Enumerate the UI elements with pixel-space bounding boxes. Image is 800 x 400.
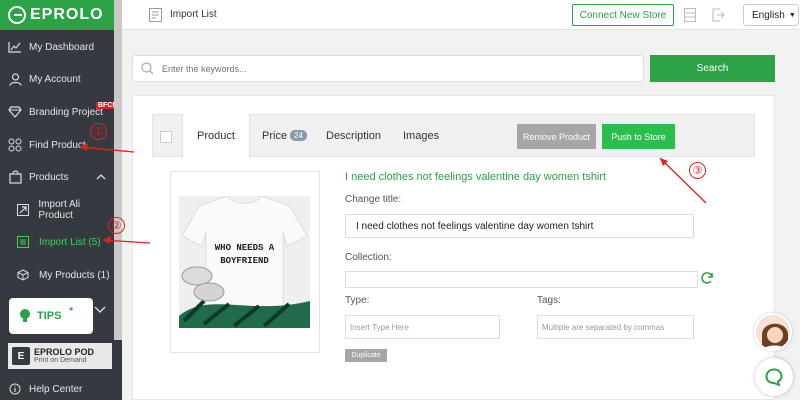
duplicate-button[interactable]: Duplicate [345,349,387,362]
tips-label: TIPS [37,310,62,322]
title-input[interactable]: I need clothes not feelings valentine da… [345,214,694,238]
sidebar: EPROLO My Dashboard My Account Branding … [0,0,122,400]
connect-new-store-button[interactable]: Connect New Store [572,4,674,26]
sidebar-item-label: Import List (5) [39,236,101,248]
pod-title: EPROLO POD [34,347,95,357]
bag-icon [8,170,22,184]
refresh-icon[interactable] [700,271,714,288]
star-icon: * [69,306,73,317]
page-title: Import List [170,9,217,20]
annotation-marker-2: ② [108,217,125,234]
search-input[interactable] [162,63,622,74]
support-avatar[interactable] [754,313,792,351]
tab-price[interactable]: Price 24 [262,114,307,157]
annotation-marker-1: ① [90,123,107,140]
tab-images[interactable]: Images [403,114,439,157]
chat-bubble-icon [765,368,783,386]
info-icon [8,382,22,396]
collection-label: Collection: [345,252,392,263]
grid-circles-icon [8,138,22,152]
sidebar-item-help[interactable]: Help Center [0,378,114,400]
search-icon [141,62,154,75]
logo-text: EPROLO [30,6,104,23]
pod-subtitle: Print on Demand [34,357,87,364]
product-image[interactable]: WHO NEEDS A BOYFRIEND [179,196,310,328]
shirt-print-line1: WHO NEEDS A [215,243,275,253]
chat-button[interactable] [755,358,793,396]
tags-input[interactable]: Multiple are separated by commas [537,315,694,339]
sidebar-item-label: My Dashboard [29,41,95,53]
eprolo-logo-icon [8,6,26,24]
select-checkbox[interactable] [160,131,172,143]
sidebar-item-import-ali[interactable]: Import Ali Product [0,194,114,226]
lightbulb-icon [19,308,31,324]
tags-label: Tags: [537,295,561,306]
type-label: Type: [345,295,370,306]
sidebar-item-label: Import Ali Product [38,199,81,221]
change-title-label: Change title: [345,194,402,205]
sidebar-item-import-list[interactable]: Import List (5) [0,226,114,258]
cube-icon [16,268,30,282]
remove-product-button[interactable]: Remove Product [517,124,596,149]
type-input[interactable]: Insert Type Here [345,315,500,339]
top-header: Import List Connect New Store English ▼ [122,0,800,30]
sidebar-item-label: My Products (1) [39,269,110,281]
tab-product[interactable]: Product [182,114,250,158]
logout-icon[interactable] [712,8,725,22]
sidebar-item-dashboard[interactable]: My Dashboard [0,31,114,63]
price-count-badge: 24 [290,130,307,141]
caret-down-icon: ▼ [788,11,796,19]
tab-label: Product [197,130,235,142]
pod-logo-icon: E [12,347,30,365]
sidebar-item-label: Find Product [29,139,86,151]
shirt-print-line2: BOYFRIEND [220,256,269,266]
collection-input[interactable] [345,271,698,288]
eprolo-pod-banner[interactable]: E EPROLO POD Print on Demand [8,343,112,369]
tab-label: Description [326,129,382,142]
sidebar-item-account[interactable]: My Account [0,63,114,95]
sidebar-item-label: My Account [29,73,81,85]
store-icon[interactable] [684,8,696,22]
product-title[interactable]: I need clothes not feelings valentine da… [345,171,606,183]
chart-line-icon [8,40,22,54]
tab-description[interactable]: Description [326,114,381,157]
search-button[interactable]: Search [650,55,775,82]
annotation-marker-3: ③ [689,162,706,179]
search-box[interactable] [132,55,644,82]
tab-label: Images [403,129,440,142]
language-value: English [752,9,785,21]
import-arrow-icon [16,203,29,217]
sidebar-item-label: Products [29,171,69,183]
language-select[interactable]: English ▼ [743,4,799,26]
list-icon [16,235,30,249]
tab-label: Price [262,129,288,142]
document-icon [149,8,162,22]
logo[interactable]: EPROLO [0,0,114,30]
chevron-down-icon[interactable] [94,302,106,316]
push-to-store-button[interactable]: Push to Store [602,124,675,149]
sidebar-item-label: Help Center [29,383,83,395]
chevron-up-icon[interactable] [96,172,106,183]
user-icon [8,72,22,86]
sidebar-item-my-products[interactable]: My Products (1) [0,259,114,291]
diamond-icon [8,105,22,119]
sidebar-item-products[interactable]: Products [0,161,114,193]
sidebar-scrollbar[interactable] [114,0,122,340]
tips-button[interactable]: TIPS * [9,298,93,334]
sidebar-item-label: Branding Project [29,106,103,118]
